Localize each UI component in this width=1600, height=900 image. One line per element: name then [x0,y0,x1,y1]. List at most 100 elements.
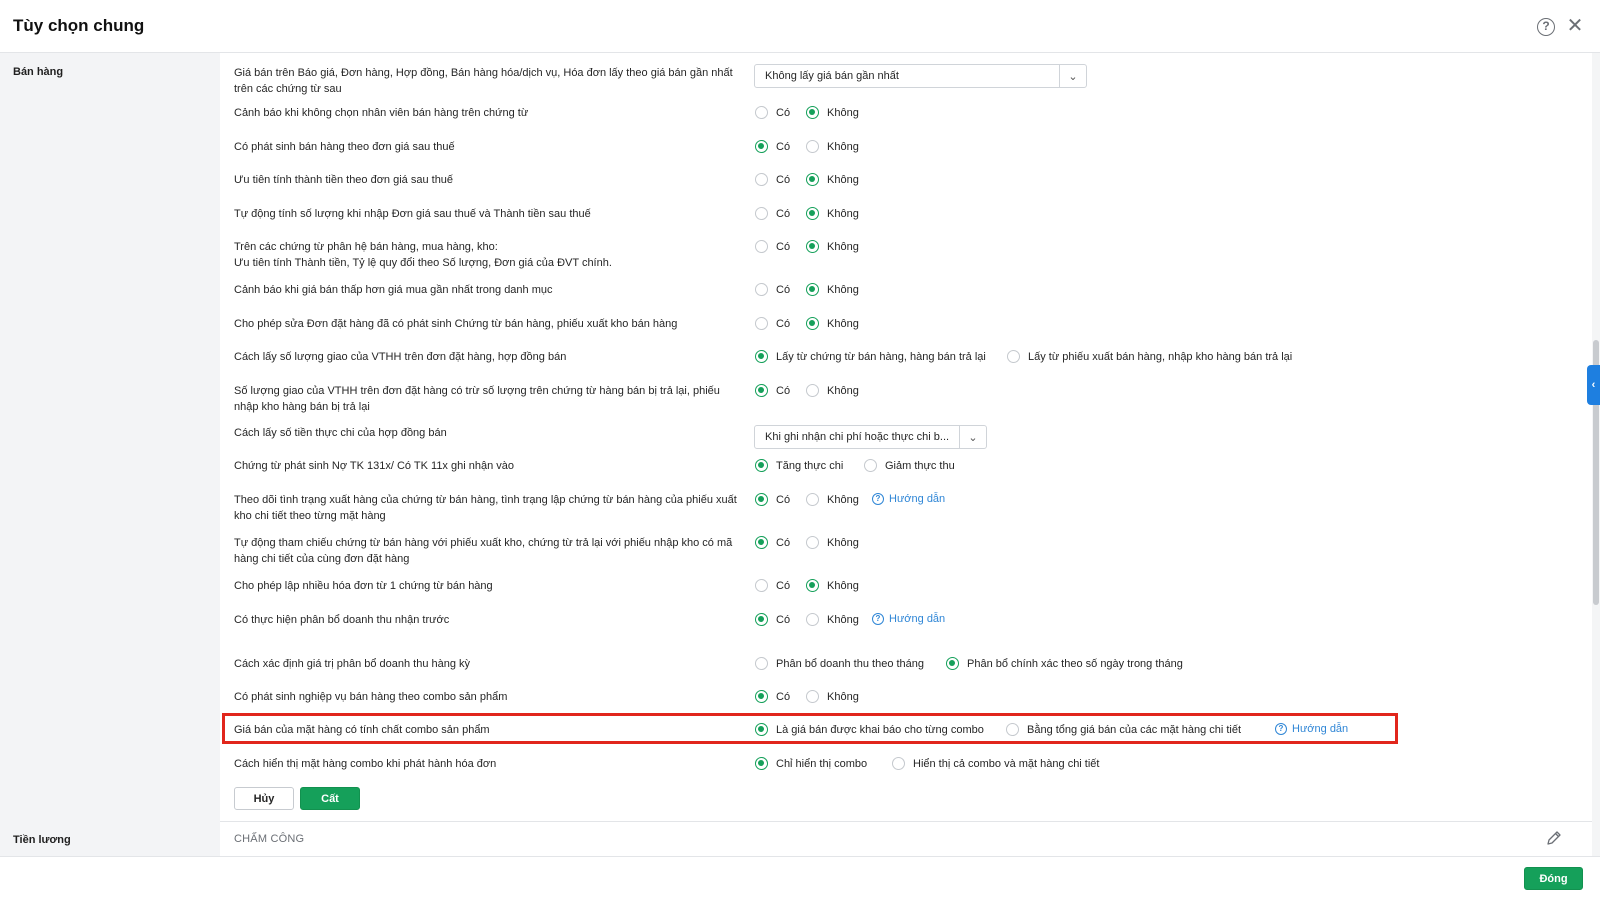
radio-option[interactable]: Không [806,613,859,626]
radio-selected-icon[interactable] [755,459,768,472]
radio-option[interactable]: Không [806,690,859,703]
guide-link[interactable]: ? Hướng dẫn [872,493,945,505]
radio-unselected-icon[interactable] [864,459,877,472]
section-sidebar [0,53,220,856]
radio-option[interactable]: Không [806,493,859,506]
setting-label: Theo dõi tình trạng xuất hàng của chứng … [234,492,739,524]
setting-label-line: Theo dõi tình trạng xuất hàng của chứng … [234,494,737,506]
setting-label: Có phát sinh bán hàng theo đơn giá sau t… [234,139,739,155]
help-icon[interactable]: ? [1537,18,1555,36]
radio-selected-icon[interactable] [755,350,768,363]
radio-option[interactable]: Có [755,613,790,626]
radio-unselected-icon[interactable] [755,317,768,330]
radio-option[interactable]: Phân bổ chính xác theo số ngày trong thá… [946,657,1183,670]
radio-option[interactable]: Không [806,536,859,549]
radio-option[interactable]: Không [806,173,859,186]
radio-option[interactable]: Có [755,493,790,506]
close-dialog-button[interactable]: Đóng [1524,867,1583,890]
radio-selected-icon[interactable] [806,207,819,220]
radio-selected-icon[interactable] [755,536,768,549]
radio-option[interactable]: Có [755,283,790,296]
radio-option[interactable]: Lấy từ chứng từ bán hàng, hàng bán trả l… [755,350,986,363]
dialog-header: Tùy chọn chung ? ✕ [0,0,1600,53]
radio-unselected-icon[interactable] [806,536,819,549]
radio-option[interactable]: Không [806,240,859,253]
radio-option[interactable]: Không [806,207,859,220]
radio-option[interactable]: Phân bổ doanh thu theo tháng [755,657,924,670]
radio-option[interactable]: Có [755,207,790,220]
radio-option[interactable]: Không [806,384,859,397]
radio-option[interactable]: Lấy từ phiếu xuất bán hàng, nhập kho hàn… [1007,350,1292,363]
setting-label: Cách lấy số tiền thực chi của hợp đồng b… [234,425,739,441]
radio-selected-icon[interactable] [806,106,819,119]
radio-selected-icon[interactable] [806,579,819,592]
radio-selected-icon[interactable] [806,173,819,186]
radio-option[interactable]: Có [755,690,790,703]
setting-select[interactable]: Không lấy giá bán gần nhất ⌄ [754,64,1087,88]
setting-label-line: trên các chứng từ sau [234,83,342,95]
setting-label: Cách hiển thị mặt hàng combo khi phát hà… [234,756,739,772]
radio-unselected-icon[interactable] [806,384,819,397]
radio-unselected-icon[interactable] [755,173,768,186]
radio-option[interactable]: Có [755,140,790,153]
radio-unselected-icon[interactable] [755,207,768,220]
chevron-down-icon[interactable]: ⌄ [1059,65,1086,87]
radio-selected-icon[interactable] [806,283,819,296]
radio-selected-icon[interactable] [755,493,768,506]
setting-label-line: Có phát sinh nghiệp vụ bán hàng theo com… [234,691,508,703]
radio-selected-icon[interactable] [755,690,768,703]
radio-selected-icon[interactable] [755,613,768,626]
pencil-icon[interactable] [1546,830,1562,846]
radio-selected-icon[interactable] [755,757,768,770]
setting-select[interactable]: Khi ghi nhận chi phí hoặc thực chi b... ⌄ [754,425,987,449]
setting-label: Cho phép lập nhiều hóa đơn từ 1 chứng từ… [234,578,739,594]
radio-unselected-icon[interactable] [755,240,768,253]
radio-option[interactable]: Chỉ hiển thị combo [755,757,867,770]
radio-unselected-icon[interactable] [892,757,905,770]
radio-unselected-icon[interactable] [755,106,768,119]
radio-label: Có [776,140,791,153]
radio-selected-icon[interactable] [755,140,768,153]
radio-option[interactable]: Không [806,140,859,153]
save-button[interactable]: Cất [300,787,360,810]
radio-selected-icon[interactable] [806,317,819,330]
radio-unselected-icon[interactable] [806,140,819,153]
radio-option[interactable]: Không [806,579,859,592]
radio-unselected-icon[interactable] [755,579,768,592]
radio-option[interactable]: Không [806,283,859,296]
radio-option[interactable]: Giảm thực thu [864,459,955,472]
radio-option[interactable]: Không [806,317,859,330]
setting-label: Tự động tính số lượng khi nhập Đơn giá s… [234,206,739,222]
radio-option[interactable]: Tăng thực chi [755,459,843,472]
setting-label-line: Giá bán trên Báo giá, Đơn hàng, Hợp đồng… [234,67,733,79]
select-value: Khi ghi nhận chi phí hoặc thực chi b... [765,431,950,443]
radio-unselected-icon[interactable] [806,690,819,703]
radio-selected-icon[interactable] [946,657,959,670]
radio-option[interactable]: Có [755,536,790,549]
radio-unselected-icon[interactable] [755,283,768,296]
radio-option[interactable]: Có [755,317,790,330]
radio-option[interactable]: Không [806,106,859,119]
radio-option[interactable]: Có [755,173,790,186]
radio-unselected-icon[interactable] [806,493,819,506]
radio-unselected-icon[interactable] [1007,350,1020,363]
close-icon[interactable]: ✕ [1566,15,1584,37]
radio-selected-icon[interactable] [755,384,768,397]
radio-option[interactable]: Có [755,106,790,119]
chevron-down-icon[interactable]: ⌄ [959,426,986,448]
guide-link[interactable]: ? Hướng dẫn [872,613,945,625]
radio-unselected-icon[interactable] [806,613,819,626]
radio-selected-icon[interactable] [806,240,819,253]
cancel-button[interactable]: Hủy [234,787,294,810]
setting-label-line: hàng chi tiết của cùng đơn đặt hàng [234,553,410,565]
radio-label: Không [827,283,859,296]
side-panel-toggle[interactable]: ‹ [1587,365,1600,405]
radio-option[interactable]: Có [755,579,790,592]
radio-label: Phân bổ doanh thu theo tháng [776,657,925,670]
radio-unselected-icon[interactable] [755,657,768,670]
radio-option[interactable]: Có [755,384,790,397]
radio-option[interactable]: Hiển thị cả combo và mặt hàng chi tiết [892,757,1099,770]
setting-label: Số lượng giao của VTHH trên đơn đặt hàng… [234,383,739,415]
setting-label-line: Ưu tiên tính Thành tiền, Tỷ lệ quy đổi t… [234,257,612,269]
radio-option[interactable]: Có [755,240,790,253]
